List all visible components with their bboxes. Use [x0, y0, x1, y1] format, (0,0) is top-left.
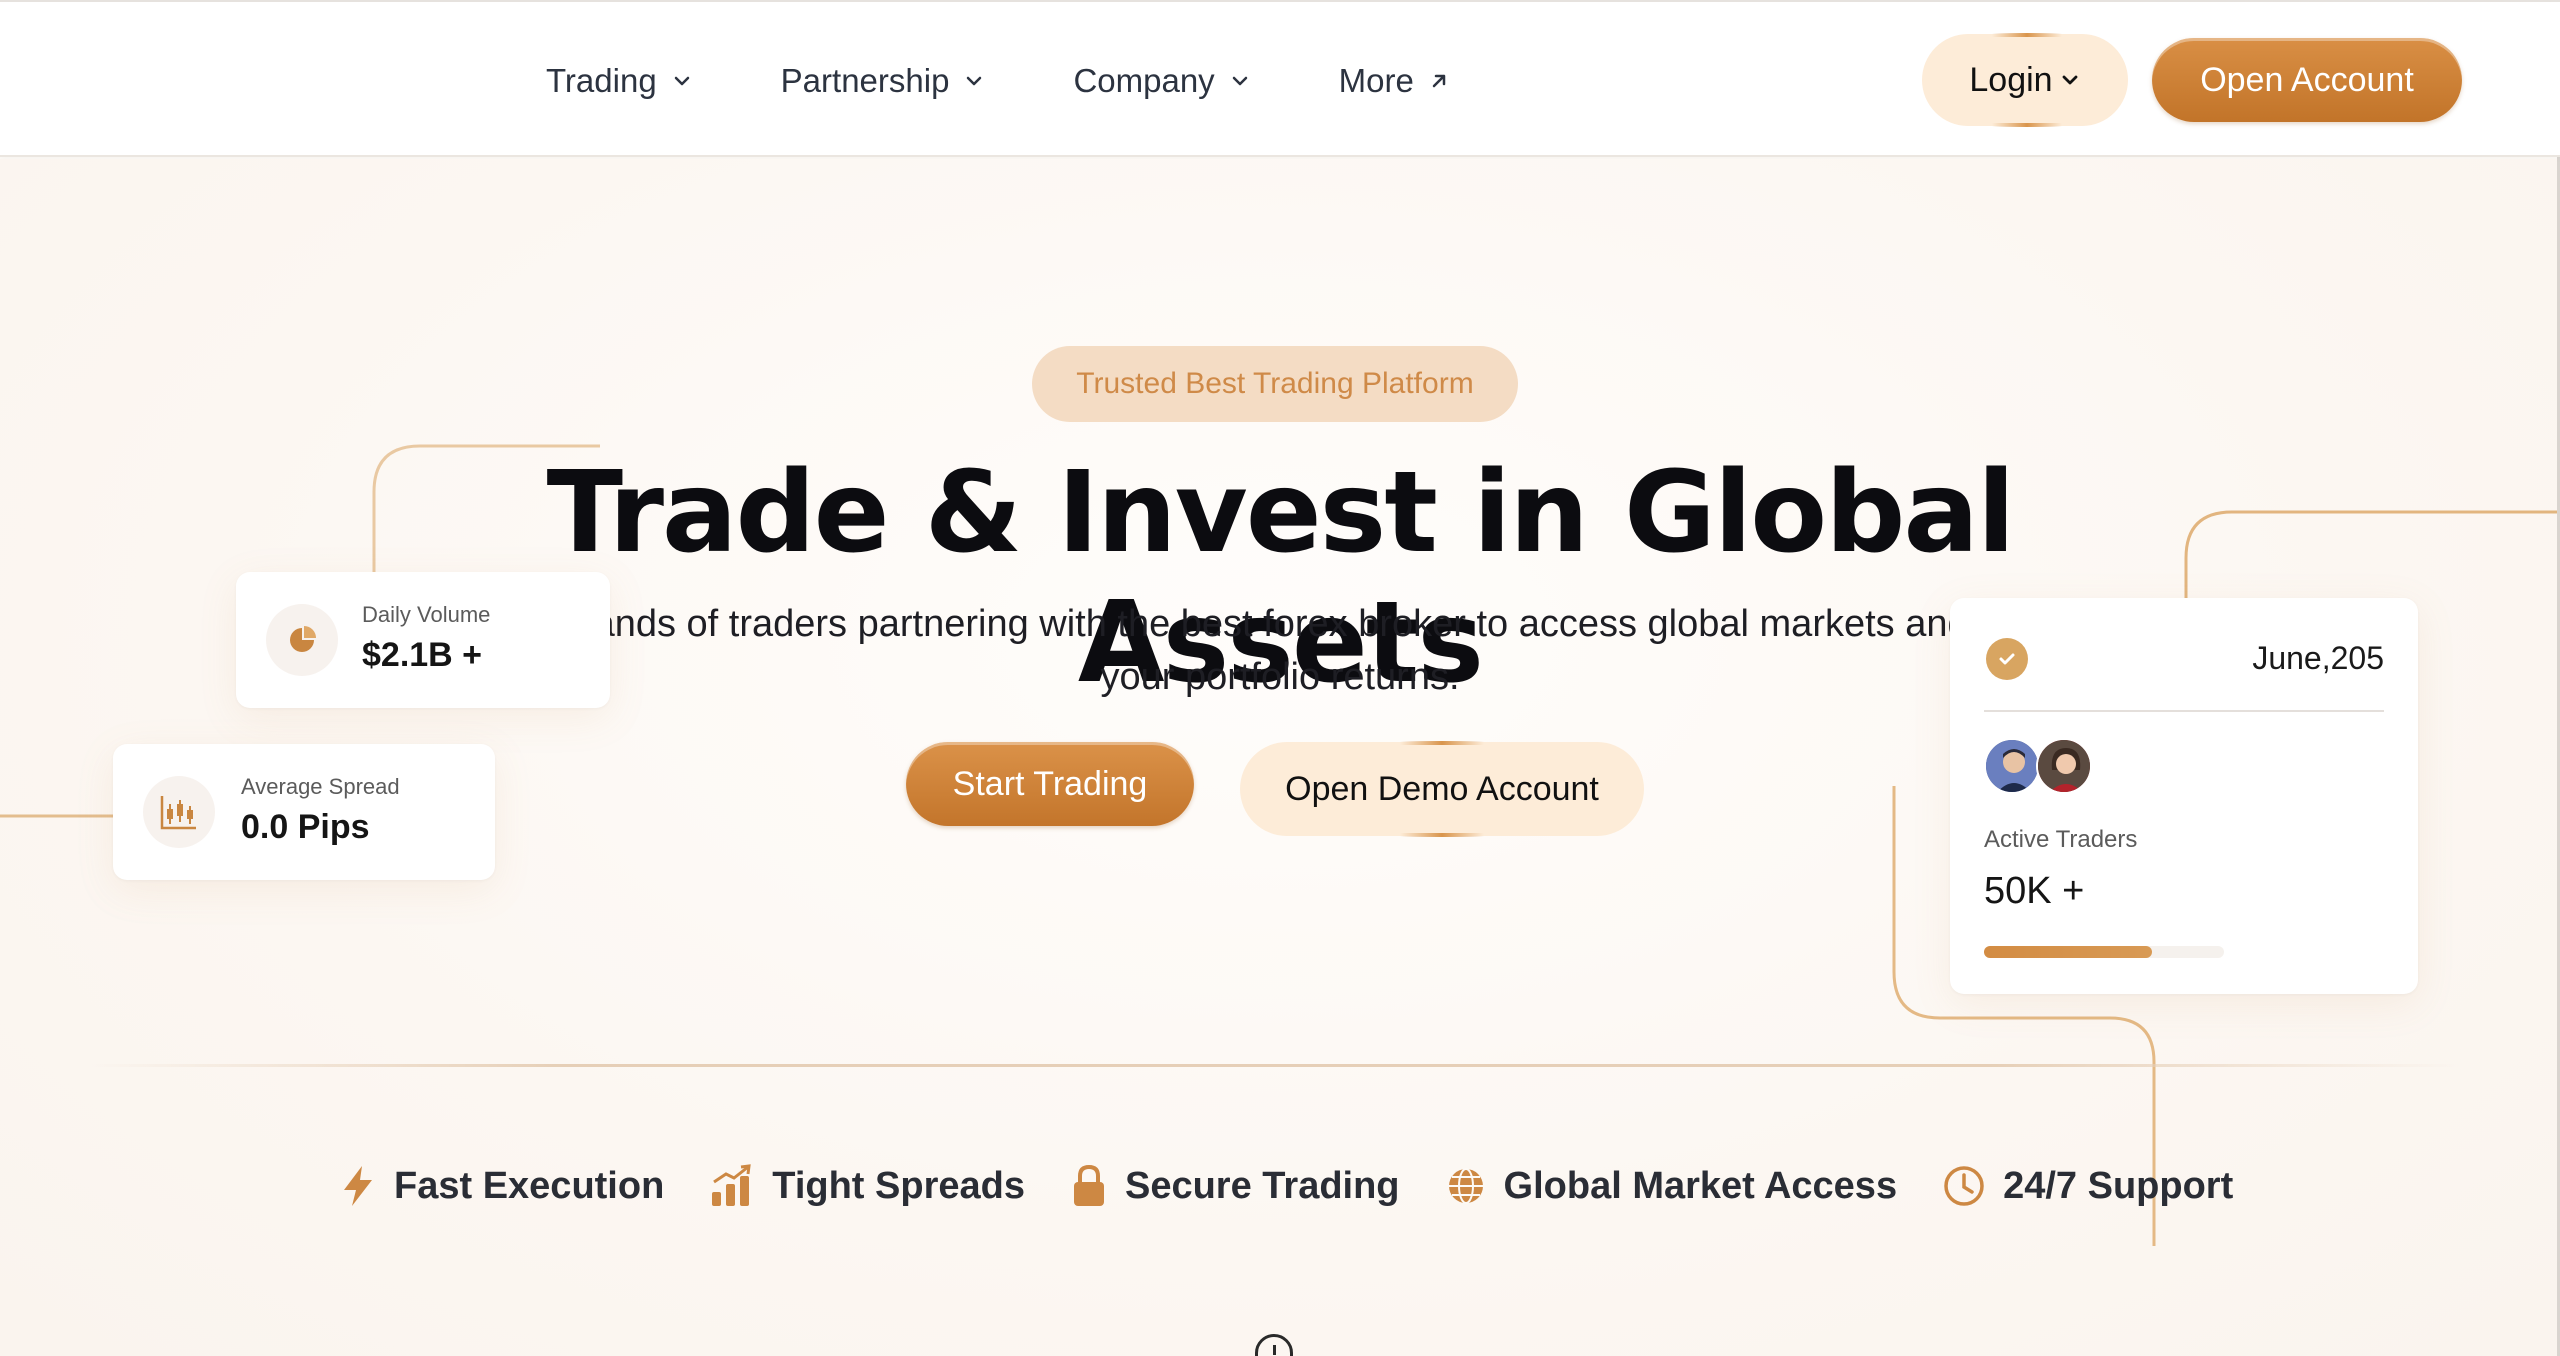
daily-volume-card: Daily Volume $2.1B +	[236, 572, 610, 708]
active-traders-card: June,205 Active Traders 50K +	[1950, 598, 2418, 994]
trust-badge-label: Trusted Best Trading Platform	[1076, 367, 1474, 400]
nav-partnership[interactable]: Partnership	[781, 62, 986, 100]
traders-progress-bar	[1984, 946, 2224, 958]
feature-24-7-support: 24/7 Support	[1943, 1165, 2233, 1208]
nav-more[interactable]: More	[1339, 62, 1450, 100]
pie-chart-icon	[266, 604, 338, 676]
arrow-up-right-icon	[1428, 70, 1450, 92]
average-spread-label: Average Spread	[241, 774, 400, 799]
avatar	[2036, 738, 2092, 794]
feature-label: 24/7 Support	[2003, 1164, 2234, 1207]
average-spread-value: 0.0 Pips	[241, 808, 370, 846]
open-demo-account-button[interactable]: Open Demo Account	[1240, 741, 1644, 837]
feature-label: Secure Trading	[1124, 1164, 1400, 1207]
hero-subtext: Join thousands of traders partnering wit…	[420, 603, 2140, 698]
lightning-icon	[340, 1164, 376, 1208]
nav-more-label: More	[1338, 61, 1414, 99]
top-navbar: Trading Partnership Company More Login O…	[0, 0, 2560, 157]
active-traders-value: 50K +	[1984, 870, 2085, 912]
traders-progress-fill	[1984, 946, 2152, 958]
login-label: Login	[1969, 60, 2053, 99]
lock-icon	[1071, 1164, 1107, 1208]
features-row: Fast Execution Tight Spreads Secure Trad…	[340, 1156, 2279, 1216]
trust-badge: Trusted Best Trading Platform	[1032, 346, 1518, 422]
nav-company[interactable]: Company	[1073, 62, 1250, 100]
feature-label: Tight Spreads	[772, 1164, 1025, 1207]
globe-icon	[1446, 1166, 1486, 1206]
nav-trading-label: Trading	[546, 61, 657, 99]
clock-icon	[1943, 1165, 1985, 1207]
nav-company-label: Company	[1073, 61, 1215, 99]
open-demo-account-label: Open Demo Account	[1285, 769, 1599, 808]
open-account-label: Open Account	[2200, 60, 2414, 99]
login-button[interactable]: Login	[1922, 33, 2128, 127]
feature-label: Fast Execution	[394, 1164, 665, 1207]
chevron-down-icon	[1229, 70, 1251, 92]
feature-global-market-access: Global Market Access	[1446, 1164, 1898, 1208]
traders-date: June,205	[2252, 640, 2384, 676]
chevron-down-icon	[2059, 61, 2081, 100]
start-trading-button[interactable]: Start Trading	[906, 742, 1194, 826]
main-nav: Trading Partnership Company More	[546, 2, 1538, 159]
bar-chart-trend-icon	[710, 1164, 754, 1208]
candlestick-chart-icon	[143, 776, 215, 848]
section-divider	[90, 1064, 2460, 1067]
check-circle-icon	[1986, 638, 2028, 680]
feature-secure-trading: Secure Trading	[1071, 1164, 1400, 1208]
nav-trading[interactable]: Trading	[546, 62, 693, 100]
feature-fast-execution: Fast Execution	[340, 1164, 664, 1208]
avatar	[1984, 738, 2040, 794]
card-divider	[1984, 710, 2384, 712]
feature-label: Global Market Access	[1503, 1164, 1898, 1207]
feature-tight-spreads: Tight Spreads	[710, 1164, 1025, 1208]
nav-partnership-label: Partnership	[780, 61, 950, 99]
daily-volume-label: Daily Volume	[362, 602, 491, 627]
start-trading-label: Start Trading	[952, 764, 1148, 803]
open-account-button[interactable]: Open Account	[2152, 38, 2462, 122]
active-traders-label: Active Traders	[1984, 826, 2138, 853]
chevron-down-icon	[963, 70, 985, 92]
daily-volume-value: $2.1B +	[362, 636, 483, 674]
average-spread-card: Average Spread 0.0 Pips	[113, 744, 495, 880]
chevron-down-icon	[671, 70, 693, 92]
